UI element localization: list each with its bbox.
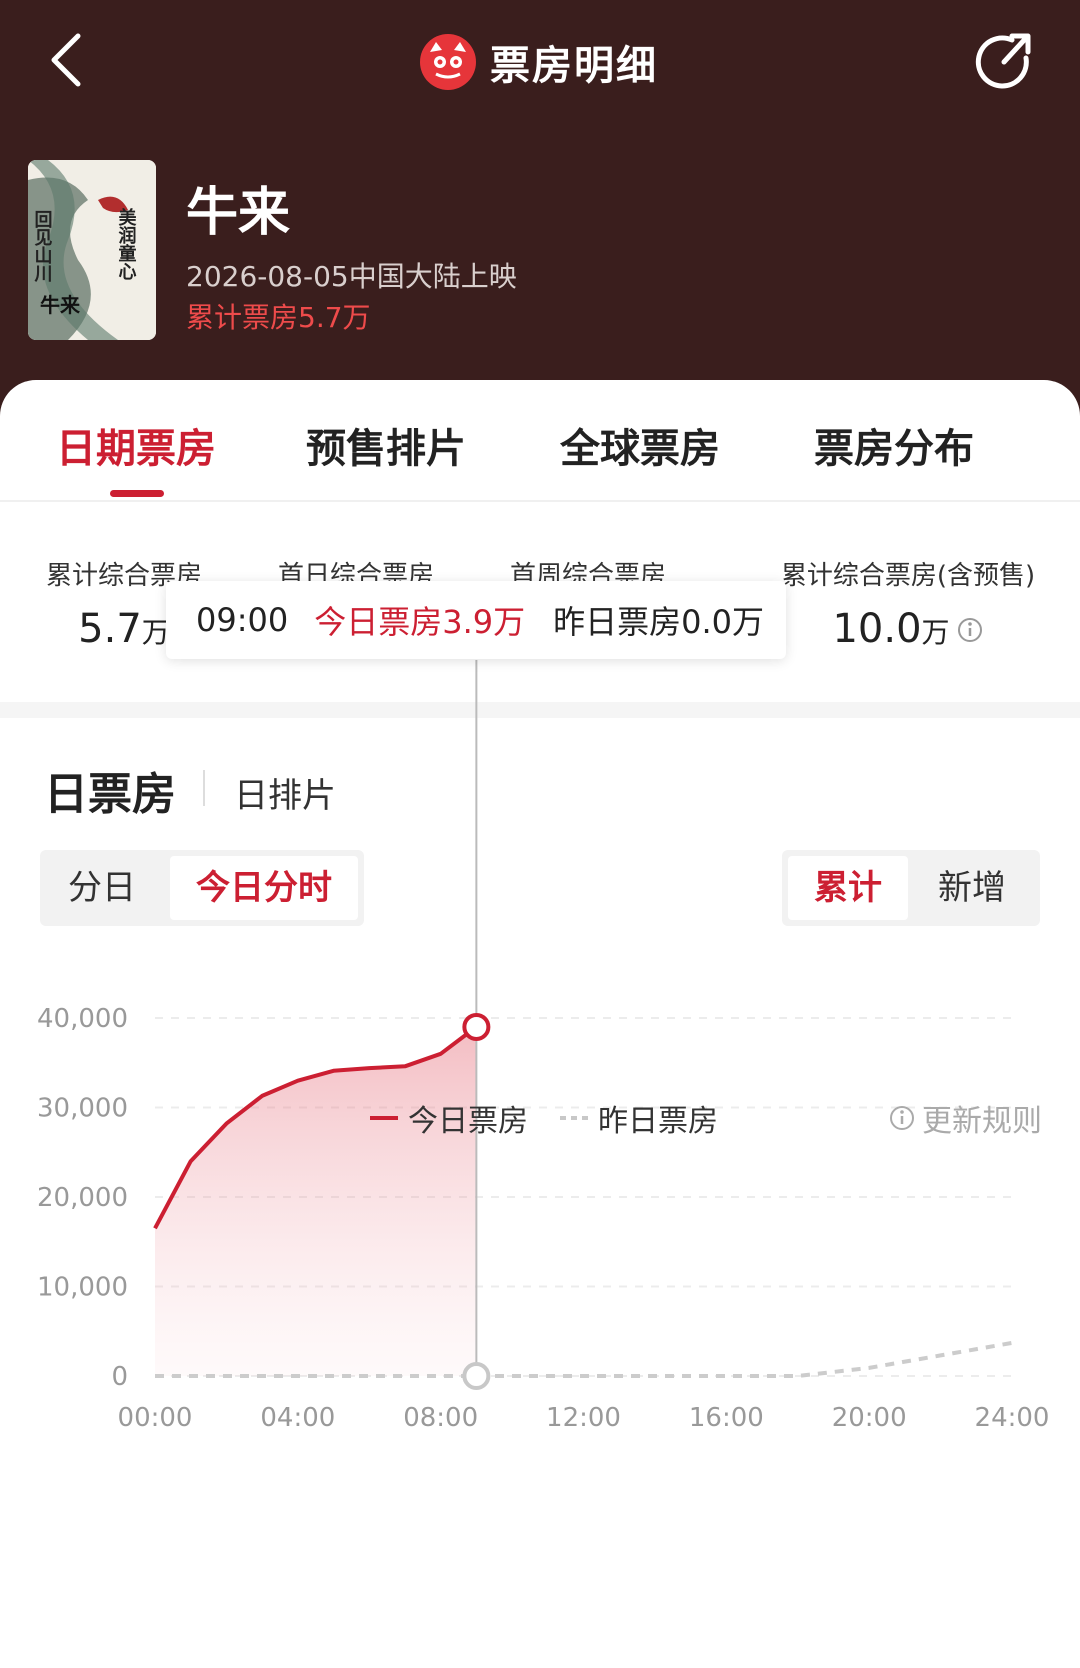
- x-tick-label: 12:00: [546, 1403, 621, 1433]
- page-title: 票房明细: [490, 43, 658, 89]
- movie-title: 牛来: [186, 183, 291, 243]
- today-highlight-point: [462, 1012, 491, 1041]
- box-office-chart[interactable]: 0 10,000 20,000 30,000 40,000 00:00 04:00 08:0…: [0, 640, 1080, 1520]
- legend-yesterday[interactable]: 昨日票房: [558, 1096, 718, 1140]
- share-icon: [975, 33, 1031, 89]
- x-tick-label: 04:00: [260, 1403, 335, 1433]
- back-button[interactable]: [42, 28, 102, 92]
- y-tick-label: 0: [111, 1362, 128, 1392]
- cat-logo-icon: [420, 34, 476, 90]
- poster-title-text: 牛来: [40, 293, 81, 317]
- tab-bar: 日期票房 预售排片 全球票房 票房分布: [0, 380, 1080, 502]
- tab-box-office-distribution[interactable]: 票房分布: [814, 416, 974, 474]
- tooltip-yesterday-value: 昨日票房0.0万: [553, 603, 765, 641]
- y-tick-label: 20,000: [37, 1183, 128, 1213]
- tooltip-today-value: 今日票房3.9万: [314, 603, 526, 641]
- y-tick-label: 30,000: [37, 1094, 128, 1124]
- x-axis: 00:00 04:00 08:00 12:00 16:00 20:00 24:00: [118, 1403, 1050, 1433]
- tooltip-time: 09:00: [196, 601, 289, 639]
- x-tick-label: 24:00: [975, 1403, 1050, 1433]
- legend-today-label: 今日票房: [408, 1104, 528, 1139]
- update-rules-link[interactable]: 更新规则: [888, 1096, 1042, 1140]
- x-tick-label: 08:00: [403, 1403, 478, 1433]
- yesterday-highlight-point: [462, 1362, 491, 1390]
- legend-yesterday-marker: [560, 1116, 588, 1120]
- y-tick-label: 40,000: [37, 1004, 128, 1034]
- x-tick-label: 16:00: [689, 1403, 764, 1433]
- tab-global-box-office[interactable]: 全球票房: [560, 416, 720, 474]
- info-icon: [890, 1106, 914, 1130]
- header-bar: 票房明细 美润童心 回见山川 牛来 牛来 2026-08-05中国大陆上映 累计…: [0, 0, 1080, 420]
- legend-yesterday-label: 昨日票房: [598, 1104, 718, 1139]
- release-info: 2026-08-05中国大陆上映: [186, 260, 517, 293]
- x-tick-label: 20:00: [832, 1403, 907, 1433]
- legend-today-marker: [370, 1116, 398, 1120]
- stat-label: 累计综合票房(含预售): [780, 561, 1036, 591]
- chevron-left-icon: [51, 33, 81, 87]
- update-rules-label: 更新规则: [922, 1104, 1042, 1139]
- movie-poster[interactable]: 美润童心 回见山川 牛来: [28, 160, 156, 340]
- poster-right-text: 美润童心: [116, 207, 137, 280]
- tab-presale-schedule[interactable]: 预售排片: [306, 416, 466, 474]
- chart-tooltip: 09:00 今日票房3.9万 昨日票房0.0万: [166, 581, 786, 659]
- today-area-fill: [155, 1026, 477, 1376]
- tab-indicator: [110, 490, 164, 497]
- y-axis: 0 10,000 20,000 30,000 40,000: [37, 1004, 128, 1392]
- legend-today[interactable]: 今日票房: [368, 1096, 528, 1140]
- y-tick-label: 10,000: [37, 1273, 128, 1303]
- poster-left-text: 回见山川: [32, 210, 54, 283]
- x-tick-label: 00:00: [118, 1403, 193, 1433]
- share-button[interactable]: [972, 28, 1036, 92]
- tab-daily-box-office[interactable]: 日期票房: [56, 416, 216, 474]
- cumulative-box-office: 累计票房5.7万: [186, 301, 371, 334]
- nav-title-group: 票房明细: [420, 30, 658, 94]
